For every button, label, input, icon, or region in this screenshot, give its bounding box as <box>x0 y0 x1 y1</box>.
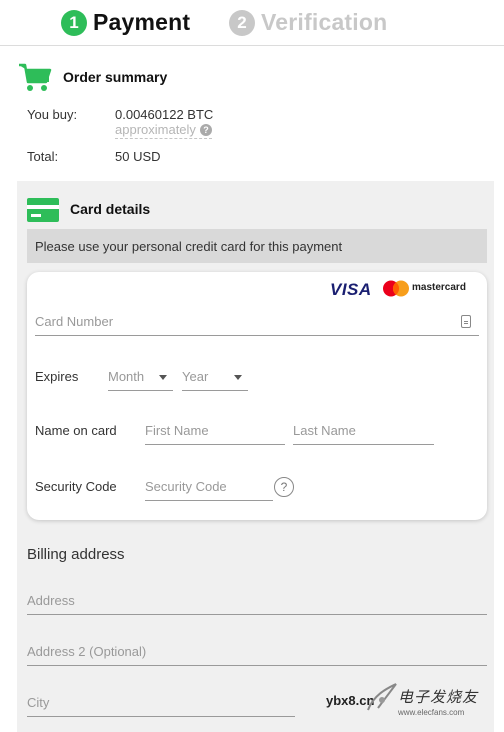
month-select[interactable]: Month <box>108 369 173 391</box>
total-label: Total: <box>27 149 59 164</box>
name-on-card-label: Name on card <box>35 423 117 438</box>
step-number-badge: 2 <box>229 9 255 36</box>
card-number-placeholder: Card Number <box>35 314 114 329</box>
visa-logo: VISA <box>330 280 372 299</box>
last-name-placeholder: Last Name <box>293 423 356 438</box>
address-placeholder: Address <box>27 593 75 608</box>
help-icon[interactable]: ? <box>199 123 212 136</box>
chevron-down-icon <box>159 375 167 380</box>
year-select[interactable]: Year <box>182 369 248 391</box>
expires-label: Expires <box>35 369 79 384</box>
mastercard-label: mastercard <box>412 282 466 293</box>
mastercard-logo-icon <box>383 280 409 297</box>
buy-value: 0.00460122 BTC <box>115 107 214 122</box>
watermark-url: www.elecfans.com <box>398 708 465 717</box>
order-summary-title: Order summary <box>63 69 168 85</box>
chevron-down-icon <box>234 375 242 380</box>
watermark-swirl-icon <box>367 683 397 711</box>
step-number-badge: 1 <box>61 9 87 36</box>
total-value: 50 USD <box>115 149 161 164</box>
watermark-logo: 电子发烧友 <box>398 689 479 706</box>
security-code-input[interactable]: Security Code <box>145 479 273 501</box>
buy-label: You buy: <box>27 107 78 122</box>
city-placeholder: City <box>27 695 50 710</box>
card-number-field[interactable]: Card Number <box>35 314 479 336</box>
card-scan-icon <box>461 315 471 328</box>
security-code-placeholder: Security Code <box>145 479 227 494</box>
billing-address-title: Billing address <box>27 546 125 563</box>
first-name-placeholder: First Name <box>145 423 209 438</box>
address2-input[interactable]: Address 2 (Optional) <box>27 644 487 666</box>
personal-card-notice: Please use your personal credit card for… <box>27 229 487 263</box>
approximately-hint[interactable]: approximately ? <box>115 122 212 139</box>
approximately-text: approximately <box>115 122 196 137</box>
security-help-icon[interactable]: ? <box>274 477 294 497</box>
month-value: Month <box>108 369 145 384</box>
address-input[interactable]: Address <box>27 593 487 615</box>
last-name-input[interactable]: Last Name <box>293 423 434 445</box>
shopping-cart-icon <box>19 63 52 91</box>
first-name-input[interactable]: First Name <box>145 423 285 445</box>
step-verification[interactable]: 2 Verification <box>229 9 387 36</box>
year-value: Year <box>182 369 209 384</box>
step-label: Verification <box>261 9 388 35</box>
city-input[interactable]: City <box>27 695 295 717</box>
credit-card-icon <box>27 198 59 222</box>
security-code-label: Security Code <box>35 479 117 494</box>
card-details-title: Card details <box>70 201 151 217</box>
step-payment[interactable]: 1 Payment <box>61 9 190 36</box>
step-label: Payment <box>93 9 191 35</box>
address2-placeholder: Address 2 (Optional) <box>27 644 147 659</box>
checkout-steps: 1 Payment 2 Verification <box>0 0 504 46</box>
